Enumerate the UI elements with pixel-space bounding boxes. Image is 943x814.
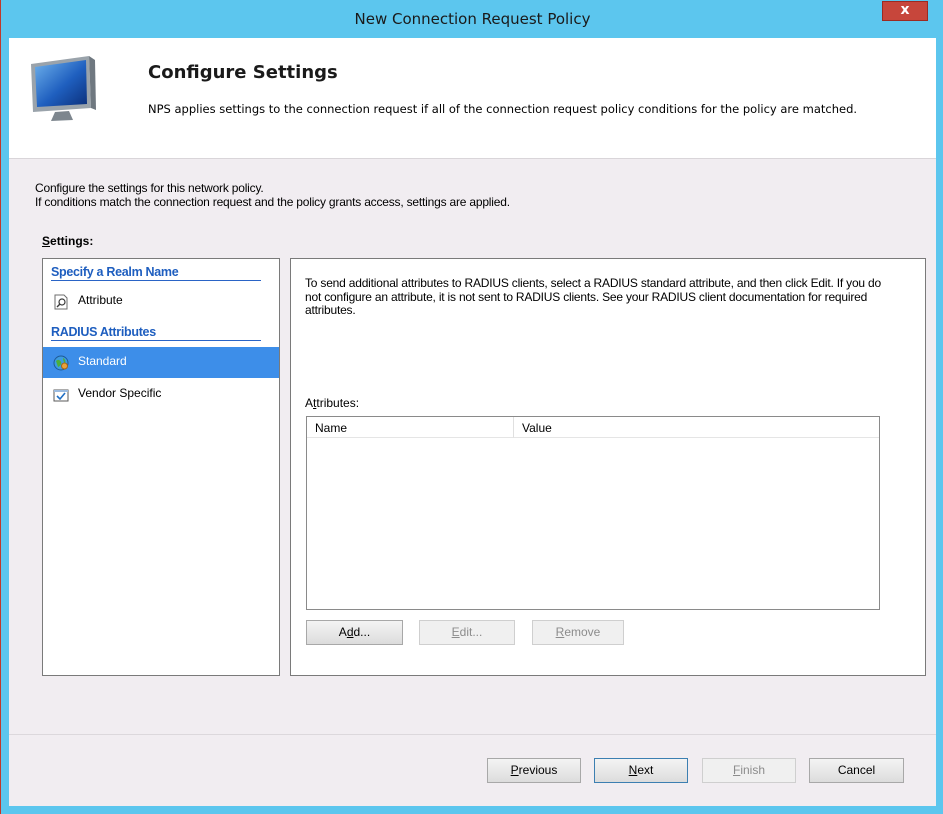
cancel-button[interactable]: Cancel [809, 758, 904, 783]
computer-monitor-icon [31, 56, 96, 121]
edit-button[interactable]: Edit... [419, 620, 515, 645]
nav-item-label: Attribute [78, 293, 123, 307]
title-bar[interactable]: New Connection Request Policy x [1, 0, 943, 38]
add-button[interactable]: Add... [306, 620, 403, 645]
finish-button[interactable]: Finish [702, 758, 796, 783]
settings-panel: To send additional attributes to RADIUS … [290, 258, 926, 676]
nav-item-vendor-specific[interactable]: Vendor Specific [43, 379, 279, 410]
window-title: New Connection Request Policy [354, 10, 591, 28]
remove-button[interactable]: Remove [532, 620, 624, 645]
dialog-body: Configure Settings NPS applies settings … [9, 38, 936, 806]
nav-section-realm: Specify a Realm Name [51, 265, 261, 281]
dialog-window: New Connection Request Policy x Configur… [0, 0, 943, 814]
close-button[interactable]: x [882, 1, 928, 21]
nav-item-attribute[interactable]: Attribute [43, 286, 279, 317]
page-description: NPS applies settings to the connection r… [148, 102, 858, 116]
attributes-list[interactable]: Name Value [306, 416, 880, 610]
next-button[interactable]: Next [594, 758, 688, 783]
intro-line-1: Configure the settings for this network … [35, 181, 264, 195]
close-icon: x [900, 2, 910, 18]
nav-item-standard[interactable]: Standard [43, 347, 279, 378]
attributes-label: Attributes: [305, 396, 360, 410]
nav-item-label: Standard [78, 354, 127, 368]
panel-description: To send additional attributes to RADIUS … [305, 276, 881, 317]
footer-divider [9, 734, 936, 735]
attribute-icon [54, 294, 68, 310]
globe-icon [53, 355, 69, 371]
wizard-header: Configure Settings NPS applies settings … [9, 38, 936, 159]
column-header-name[interactable]: Name [307, 417, 514, 438]
intro-line-2: If conditions match the connection reque… [35, 195, 510, 209]
nav-section-radius: RADIUS Attributes [51, 325, 261, 341]
nav-item-label: Vendor Specific [78, 386, 162, 400]
settings-nav-list: Specify a Realm Name Attribute RADIUS At… [42, 258, 280, 676]
checkbox-window-icon [53, 389, 69, 402]
previous-button[interactable]: Previous [487, 758, 581, 783]
page-title: Configure Settings [148, 62, 338, 83]
intro-text: Configure the settings for this network … [35, 181, 510, 209]
settings-label: Settings: [42, 234, 94, 248]
column-header-value[interactable]: Value [514, 417, 879, 438]
